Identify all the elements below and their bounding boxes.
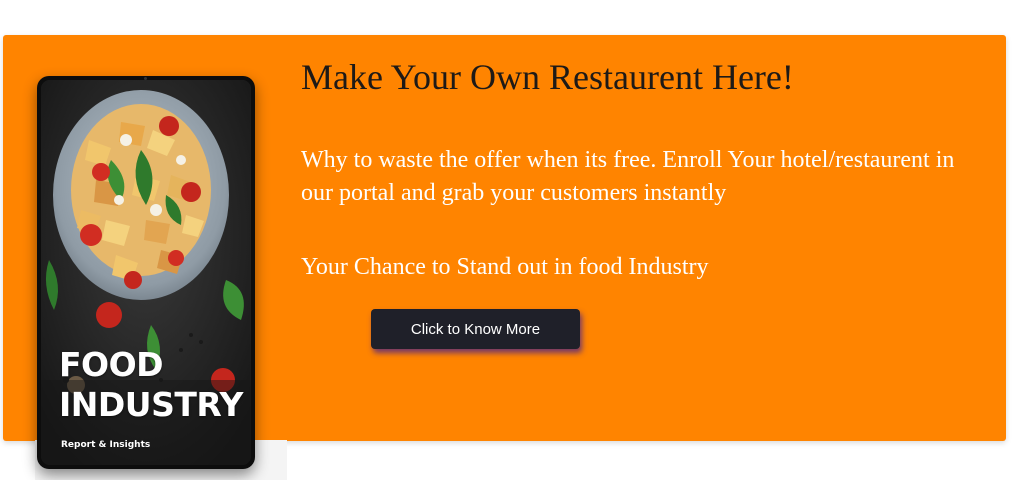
banner-headline: Make Your Own Restaurent Here! — [301, 57, 794, 97]
cover-title-line1: FOOD — [59, 345, 164, 384]
know-more-button[interactable]: Click to Know More — [371, 309, 580, 349]
banner-tagline: Your Chance to Stand out in food Industr… — [301, 254, 709, 280]
page: FOOD INDUSTRY Report & Insights Make You… — [0, 0, 1012, 480]
cover-title-line2: INDUSTRY — [59, 385, 243, 424]
banner-description: Why to waste the offer when its free. En… — [301, 147, 955, 206]
tablet-mockup: FOOD INDUSTRY Report & Insights — [37, 76, 255, 469]
tablet-screen: FOOD INDUSTRY Report & Insights — [41, 80, 251, 465]
cover-subtitle: Report & Insights — [61, 440, 151, 450]
cover-title: FOOD INDUSTRY — [59, 345, 243, 425]
